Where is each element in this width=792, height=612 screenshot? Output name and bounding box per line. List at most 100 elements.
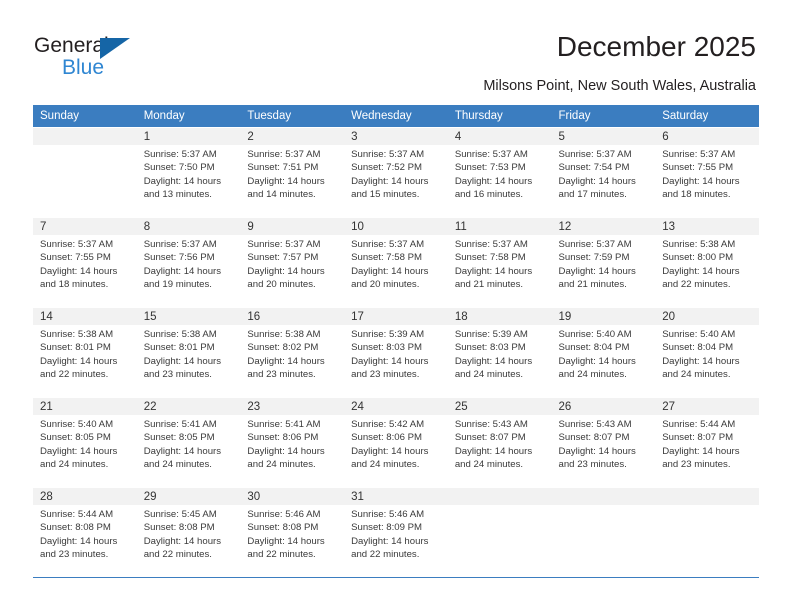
sunrise-text: Sunrise: 5:39 AM	[454, 329, 528, 340]
daylight-text-line2: and 20 minutes.	[247, 279, 316, 291]
sunset-text: Sunset: 7:56 PM	[143, 252, 215, 264]
daylight-text-line1: Daylight: 14 hours	[40, 445, 118, 457]
calendar-day-cell[interactable]: 3 Sunrise: 5:37 AM Sunset: 7:52 PM Daylight…	[344, 127, 448, 218]
day-number: 3	[344, 128, 448, 145]
day-detail-text: Sunrise: 5:38 AM Sunset: 8:01 PM Daylight:…	[137, 325, 241, 382]
day-detail-text	[448, 505, 552, 508]
calendar-day-cell[interactable]: 15 Sunrise: 5:38 AM Sunset: 8:01 PM Dayligh…	[136, 307, 241, 398]
calendar-day-cell[interactable]: 1 Sunrise: 5:37 AM Sunset: 7:50 PM Daylight…	[136, 127, 241, 218]
day-detail-text: Sunrise: 5:41 AM Sunset: 8:06 PM Daylight:…	[240, 415, 344, 472]
calendar-body: 1 Sunrise: 5:37 AM Sunset: 7:50 PM Daylight…	[33, 127, 759, 578]
day-detail-text: Sunrise: 5:45 AM Sunset: 8:08 PM Daylight:…	[137, 505, 241, 562]
calendar-day-cell[interactable]: 18 Sunrise: 5:39 AM Sunset: 8:03 PM Dayligh…	[447, 307, 552, 398]
sunset-text: Sunset: 8:06 PM	[247, 432, 319, 444]
calendar-day-cell[interactable]: 29 Sunrise: 5:45 AM Sunset: 8:08 PM Dayligh…	[136, 487, 241, 578]
day-number: 15	[136, 308, 241, 325]
calendar-day-cell[interactable]: 30 Sunrise: 5:46 AM Sunset: 8:08 PM Dayligh…	[240, 487, 345, 578]
calendar-day-cell[interactable]: 17 Sunrise: 5:39 AM Sunset: 8:03 PM Dayligh…	[344, 307, 448, 398]
sunrise-text: Sunrise: 5:37 AM	[558, 239, 632, 250]
day-detail-text: Sunrise: 5:37 AM Sunset: 7:56 PM Daylight:…	[137, 235, 241, 292]
calendar-day-cell[interactable]: 2 Sunrise: 5:37 AM Sunset: 7:51 PM Daylight…	[240, 127, 345, 218]
day-number: 26	[551, 398, 656, 415]
calendar-day-cell[interactable]: 4 Sunrise: 5:37 AM Sunset: 7:53 PM Daylight…	[447, 127, 552, 218]
calendar-day-cell[interactable]: 21 Sunrise: 5:40 AM Sunset: 8:05 PM Dayligh…	[33, 397, 137, 488]
calendar-day-cell-empty	[655, 487, 759, 578]
calendar-day-cell[interactable]: 6 Sunrise: 5:37 AM Sunset: 7:55 PM Daylight…	[655, 127, 759, 218]
day-number: 7	[33, 218, 137, 235]
sunrise-text: Sunrise: 5:41 AM	[143, 419, 217, 430]
calendar-day-cell[interactable]: 24 Sunrise: 5:42 AM Sunset: 8:06 PM Dayligh…	[344, 397, 448, 488]
sunset-text: Sunset: 7:52 PM	[351, 162, 423, 174]
calendar-day-cell[interactable]: 27 Sunrise: 5:44 AM Sunset: 8:07 PM Dayligh…	[655, 397, 759, 488]
general-blue-logo: General Blue	[34, 34, 224, 86]
daylight-text-line1: Daylight: 14 hours	[143, 355, 222, 367]
day-number: 31	[344, 488, 448, 505]
sunrise-text: Sunrise: 5:40 AM	[40, 419, 114, 430]
page-title: December 2025	[556, 31, 756, 62]
day-detail-text	[33, 145, 137, 148]
sunrise-text: Sunrise: 5:40 AM	[662, 329, 736, 340]
daylight-text-line1: Daylight: 14 hours	[247, 355, 325, 367]
daylight-text-line1: Daylight: 14 hours	[247, 535, 325, 547]
calendar-day-cell[interactable]: 9 Sunrise: 5:37 AM Sunset: 7:57 PM Daylight…	[240, 217, 345, 308]
weekday-header-friday: Friday	[551, 105, 656, 128]
calendar-day-cell[interactable]: 22 Sunrise: 5:41 AM Sunset: 8:05 PM Dayligh…	[136, 397, 241, 488]
weekday-header-saturday: Saturday	[655, 105, 759, 128]
daylight-text-line1: Daylight: 14 hours	[40, 355, 118, 367]
daylight-text-line1: Daylight: 14 hours	[143, 445, 222, 457]
daylight-text-line2: and 23 minutes.	[40, 549, 109, 561]
day-detail-text: Sunrise: 5:39 AM Sunset: 8:03 PM Daylight:…	[448, 325, 552, 382]
day-detail-text	[552, 505, 656, 508]
day-number: 4	[447, 128, 552, 145]
sunrise-text: Sunrise: 5:46 AM	[247, 509, 321, 520]
daylight-text-line1: Daylight: 14 hours	[351, 175, 429, 187]
calendar-day-cell[interactable]: 7 Sunrise: 5:37 AM Sunset: 7:55 PM Daylight…	[33, 217, 137, 308]
calendar-day-cell[interactable]: 23 Sunrise: 5:41 AM Sunset: 8:06 PM Dayligh…	[240, 397, 345, 488]
daylight-text-line1: Daylight: 14 hours	[558, 355, 636, 367]
calendar-day-cell[interactable]: 10 Sunrise: 5:37 AM Sunset: 7:58 PM Dayligh…	[344, 217, 448, 308]
calendar-day-cell[interactable]: 19 Sunrise: 5:40 AM Sunset: 8:04 PM Dayligh…	[551, 307, 656, 398]
daylight-text-line2: and 23 minutes.	[247, 369, 316, 381]
daylight-text-line1: Daylight: 14 hours	[351, 355, 429, 367]
logo-triangle-icon	[100, 38, 130, 59]
day-number: 28	[33, 488, 137, 505]
sunset-text: Sunset: 8:07 PM	[662, 432, 734, 444]
calendar-day-cell[interactable]: 13 Sunrise: 5:38 AM Sunset: 8:00 PM Dayligh…	[655, 217, 759, 308]
day-number: 21	[33, 398, 137, 415]
day-detail-text: Sunrise: 5:46 AM Sunset: 8:09 PM Daylight:…	[344, 505, 448, 562]
calendar-day-cell[interactable]: 25 Sunrise: 5:43 AM Sunset: 8:07 PM Dayligh…	[447, 397, 552, 488]
daylight-text-line2: and 23 minutes.	[558, 459, 627, 471]
day-number	[655, 488, 759, 505]
calendar-day-cell[interactable]: 31 Sunrise: 5:46 AM Sunset: 8:09 PM Dayligh…	[344, 487, 448, 578]
calendar-day-cell[interactable]: 26 Sunrise: 5:43 AM Sunset: 8:07 PM Dayligh…	[551, 397, 656, 488]
calendar-week-row: 1 Sunrise: 5:37 AM Sunset: 7:50 PM Daylight…	[33, 127, 759, 218]
day-detail-text: Sunrise: 5:37 AM Sunset: 7:58 PM Daylight:…	[344, 235, 448, 292]
calendar-day-cell[interactable]: 5 Sunrise: 5:37 AM Sunset: 7:54 PM Daylight…	[551, 127, 656, 218]
calendar-day-cell[interactable]: 14 Sunrise: 5:38 AM Sunset: 8:01 PM Dayligh…	[33, 307, 137, 398]
day-detail-text: Sunrise: 5:37 AM Sunset: 7:53 PM Daylight:…	[448, 145, 552, 202]
sunset-text: Sunset: 8:00 PM	[662, 252, 734, 264]
daylight-text-line2: and 23 minutes.	[143, 369, 212, 381]
calendar-day-cell[interactable]: 20 Sunrise: 5:40 AM Sunset: 8:04 PM Dayligh…	[655, 307, 759, 398]
daylight-text-line2: and 24 minutes.	[40, 459, 109, 471]
day-number: 13	[655, 218, 759, 235]
daylight-text-line2: and 21 minutes.	[558, 279, 627, 291]
calendar-day-cell[interactable]: 8 Sunrise: 5:37 AM Sunset: 7:56 PM Daylight…	[136, 217, 241, 308]
calendar-day-cell[interactable]: 16 Sunrise: 5:38 AM Sunset: 8:02 PM Dayligh…	[240, 307, 345, 398]
day-number: 17	[344, 308, 448, 325]
day-detail-text: Sunrise: 5:37 AM Sunset: 7:52 PM Daylight:…	[344, 145, 448, 202]
sunrise-text: Sunrise: 5:37 AM	[40, 239, 114, 250]
day-number: 9	[240, 218, 345, 235]
calendar-day-cell-empty	[33, 127, 137, 218]
page-subtitle: Milsons Point, New South Wales, Australi…	[483, 78, 756, 94]
daylight-text-line1: Daylight: 14 hours	[558, 265, 636, 277]
sunrise-text: Sunrise: 5:37 AM	[662, 149, 736, 160]
day-number: 25	[447, 398, 552, 415]
calendar-day-cell[interactable]: 12 Sunrise: 5:37 AM Sunset: 7:59 PM Dayligh…	[551, 217, 656, 308]
daylight-text-line2: and 22 minutes.	[143, 549, 212, 561]
calendar-day-cell[interactable]: 28 Sunrise: 5:44 AM Sunset: 8:08 PM Dayligh…	[33, 487, 137, 578]
daylight-text-line1: Daylight: 14 hours	[662, 265, 740, 277]
daylight-text-line2: and 18 minutes.	[662, 189, 731, 201]
calendar-day-cell[interactable]: 11 Sunrise: 5:37 AM Sunset: 7:58 PM Dayligh…	[447, 217, 552, 308]
day-number: 1	[136, 128, 241, 145]
